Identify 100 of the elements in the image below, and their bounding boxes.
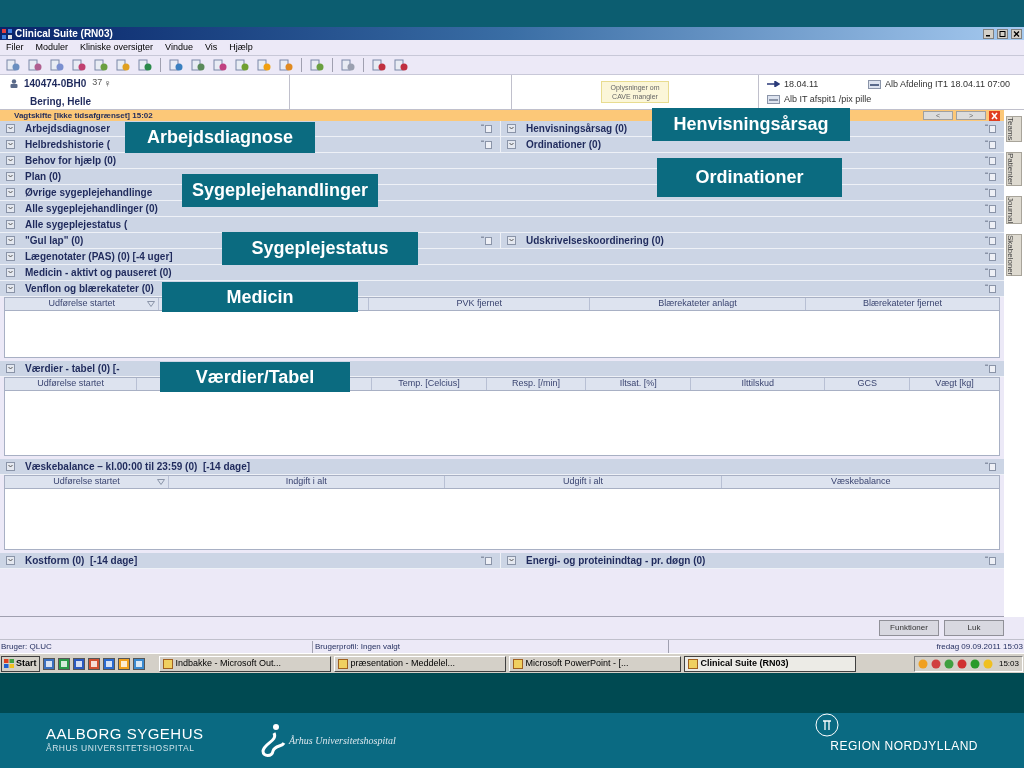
- expand-icon[interactable]: [6, 462, 15, 471]
- column-header[interactable]: GCS: [825, 378, 911, 390]
- window-icon[interactable]: [985, 556, 996, 565]
- sort-icon[interactable]: [147, 301, 156, 307]
- column-header[interactable]: Iltsat. [%]: [586, 378, 692, 390]
- side-tab[interactable]: Skabeloner: [1006, 233, 1022, 277]
- column-header[interactable]: Resp. [/min]: [486, 378, 587, 390]
- action-button[interactable]: Funktioner: [879, 620, 939, 636]
- document-icon[interactable]: [50, 58, 64, 72]
- document-icon[interactable]: [235, 58, 249, 72]
- window-icon[interactable]: [985, 188, 996, 197]
- expand-icon[interactable]: [6, 188, 15, 197]
- taskbar-task[interactable]: Indbakke - Microsoft Out...: [158, 655, 331, 672]
- close-icon[interactable]: [989, 110, 1000, 121]
- app-launch-icon[interactable]: [72, 657, 85, 670]
- app-launch-icon[interactable]: [42, 657, 55, 670]
- menu-item[interactable]: Vindue: [165, 40, 193, 55]
- window-icon[interactable]: [985, 140, 996, 149]
- side-tab[interactable]: Patienter: [1006, 151, 1022, 186]
- expand-icon[interactable]: [6, 220, 15, 229]
- expand-icon[interactable]: [507, 236, 516, 245]
- expand-icon[interactable]: [6, 556, 15, 565]
- taskbar-task[interactable]: præsentation - Meddelel...: [333, 655, 506, 672]
- expand-icon[interactable]: [6, 204, 15, 213]
- column-header[interactable]: PVK fjernet: [369, 298, 591, 310]
- app-launch-icon[interactable]: [117, 657, 130, 670]
- window-icon[interactable]: [985, 252, 996, 261]
- maximize-button[interactable]: [997, 28, 1008, 39]
- expand-icon[interactable]: [6, 140, 15, 149]
- sort-icon[interactable]: [157, 479, 166, 485]
- section-title[interactable]: Udskrivelseskoordinering (0): [526, 233, 664, 248]
- window-icon[interactable]: [985, 124, 996, 133]
- side-tab[interactable]: Journal: [1006, 195, 1022, 224]
- menu-item[interactable]: Hjælp: [229, 40, 253, 55]
- expand-icon[interactable]: [507, 140, 516, 149]
- taskbar-task[interactable]: Clinical Suite (RN03): [683, 655, 856, 672]
- column-header[interactable]: Udgift i alt: [444, 476, 723, 488]
- tray-icon[interactable]: [969, 658, 980, 669]
- column-header[interactable]: Udførelse startet: [5, 476, 170, 488]
- window-icon[interactable]: [985, 462, 996, 471]
- tray-icon[interactable]: [930, 658, 941, 669]
- minimize-button[interactable]: [983, 28, 994, 39]
- document-icon[interactable]: [6, 58, 20, 72]
- window-icon[interactable]: [985, 156, 996, 165]
- expand-icon[interactable]: [6, 156, 15, 165]
- column-header[interactable]: Temp. [Celcius]: [372, 378, 487, 390]
- section-title[interactable]: Lægenotater (PAS) (0) [-4 uger]: [25, 249, 173, 264]
- document-icon[interactable]: [279, 58, 293, 72]
- section-title[interactable]: Plan (0): [25, 169, 62, 184]
- window-icon[interactable]: [985, 172, 996, 181]
- window-icon[interactable]: [481, 124, 492, 133]
- window-icon[interactable]: [481, 236, 492, 245]
- side-tab[interactable]: Teams: [1006, 116, 1022, 142]
- section-title[interactable]: Behov for hjælp (0): [25, 153, 117, 168]
- window-icon[interactable]: [985, 284, 996, 293]
- window-icon[interactable]: [985, 364, 996, 373]
- document-icon[interactable]: [372, 58, 386, 72]
- section-title[interactable]: Energi- og proteinindtag - pr. døgn (0): [526, 553, 706, 568]
- document-icon[interactable]: [28, 58, 42, 72]
- expand-icon[interactable]: [6, 364, 15, 373]
- document-icon[interactable]: [72, 58, 86, 72]
- document-icon[interactable]: [191, 58, 205, 72]
- column-header[interactable]: Indgift i alt: [169, 476, 445, 488]
- section-title[interactable]: Arbejdsdiagnoser: [25, 121, 111, 136]
- document-icon[interactable]: [310, 58, 324, 72]
- expand-icon[interactable]: [6, 284, 15, 293]
- menu-item[interactable]: Moduler: [35, 40, 68, 55]
- window-icon[interactable]: [985, 204, 996, 213]
- column-header[interactable]: Blærekateter fjernet: [805, 298, 999, 310]
- document-icon[interactable]: [213, 58, 227, 72]
- app-launch-icon[interactable]: [132, 657, 145, 670]
- menu-item[interactable]: Filer: [6, 40, 24, 55]
- window-icon[interactable]: [985, 220, 996, 229]
- app-launch-icon[interactable]: [102, 657, 115, 670]
- menu-item[interactable]: Kliniske oversigter: [80, 40, 154, 55]
- section-title[interactable]: Væskebalance – kl.00:00 til 23:59 (0) [-14 dage]: [25, 459, 251, 474]
- close-button[interactable]: [1011, 28, 1022, 39]
- section-title[interactable]: Værdier - tabel (0) [-: [25, 361, 120, 376]
- menu-item[interactable]: Vis: [204, 40, 218, 55]
- document-icon[interactable]: [94, 58, 108, 72]
- tray-icon[interactable]: [943, 658, 954, 669]
- section-title[interactable]: "Gul lap" (0): [25, 233, 84, 248]
- window-icon[interactable]: [985, 236, 996, 245]
- tray-icon[interactable]: [917, 658, 928, 669]
- column-header[interactable]: Blærekateter anlagt: [590, 298, 806, 310]
- window-icon[interactable]: [481, 556, 492, 565]
- column-header[interactable]: Udførelse startet: [5, 378, 138, 390]
- section-title[interactable]: Kostform (0) [-14 dage]: [25, 553, 138, 568]
- app-launch-icon[interactable]: [87, 657, 100, 670]
- start-button[interactable]: Start: [1, 655, 40, 672]
- app-launch-icon[interactable]: [57, 657, 70, 670]
- expand-icon[interactable]: [6, 268, 15, 277]
- expand-icon[interactable]: [507, 124, 516, 133]
- section-title[interactable]: Ordinationer (0): [526, 137, 601, 152]
- section-title[interactable]: Øvrige sygeplejehandlinge: [25, 185, 153, 200]
- expand-icon[interactable]: [6, 124, 15, 133]
- column-header[interactable]: Væskebalance: [722, 476, 999, 488]
- section-title[interactable]: Henvisningsårsag (0): [526, 121, 628, 136]
- section-title[interactable]: Helbredshistorie (: [25, 137, 111, 152]
- expand-icon[interactable]: [507, 556, 516, 565]
